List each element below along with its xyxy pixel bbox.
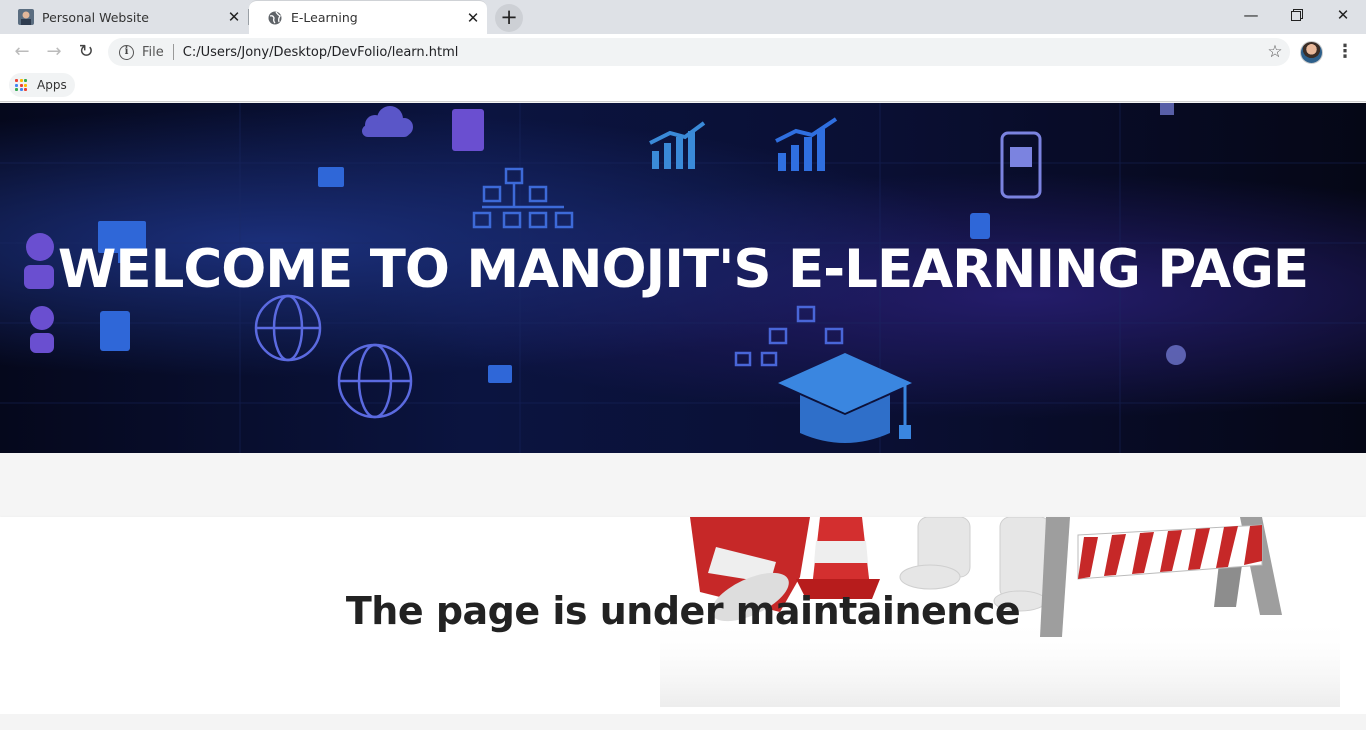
browser-toolbar: ← → ↻ i File C:/Users/Jony/Desktop/DevFo… <box>0 34 1366 70</box>
url-scheme-label: File <box>142 44 164 60</box>
restore-button[interactable] <box>1274 0 1320 30</box>
globe-icon <box>267 10 283 26</box>
maintenance-card: The page is under maintainence <box>0 517 1366 714</box>
profile-favicon-icon <box>18 9 34 25</box>
traffic-cone-icon <box>796 517 880 599</box>
tab-title: Personal Website <box>42 9 149 25</box>
new-tab-button[interactable]: + <box>495 4 523 32</box>
forward-button[interactable]: → <box>40 38 68 66</box>
tab-title: E-Learning <box>291 10 358 25</box>
address-bar[interactable]: i File C:/Users/Jony/Desktop/DevFolio/le… <box>108 38 1290 66</box>
bookmark-star-icon[interactable]: ☆ <box>1260 42 1290 62</box>
maintenance-message: The page is under maintainence <box>345 589 1021 633</box>
page-bottom <box>0 714 1366 730</box>
apps-label: Apps <box>37 78 67 92</box>
tab-e-learning[interactable]: E-Learning ✕ <box>249 0 487 34</box>
info-icon[interactable]: i <box>119 44 134 60</box>
url-text[interactable]: C:/Users/Jony/Desktop/DevFolio/learn.htm… <box>183 45 1260 60</box>
close-window-button[interactable]: ✕ <box>1320 0 1366 30</box>
tab-personal-website[interactable]: Personal Website ✕ <box>0 0 248 34</box>
hero-banner: WELCOME TO MANOJIT'S E-LEARNING PAGE <box>0 103 1366 453</box>
menu-icon[interactable]: ⋮ <box>1333 38 1357 66</box>
apps-bookmark[interactable]: Apps <box>9 73 75 97</box>
close-tab-icon[interactable]: ✕ <box>220 8 248 26</box>
reload-button[interactable]: ↻ <box>72 38 100 66</box>
profile-avatar[interactable] <box>1300 41 1323 64</box>
bookmarks-bar: Apps <box>0 70 1366 102</box>
back-button[interactable]: ← <box>8 38 36 66</box>
hero-title: WELCOME TO MANOJIT'S E-LEARNING PAGE <box>57 239 1309 300</box>
section-spacer <box>0 453 1366 517</box>
tab-strip: Personal Website ✕ E-Learning ✕ + — ✕ <box>0 0 1366 34</box>
omnibox-divider <box>172 44 174 60</box>
apps-grid-icon <box>15 79 27 91</box>
minimize-button[interactable]: — <box>1228 0 1274 30</box>
close-tab-icon[interactable]: ✕ <box>459 9 487 27</box>
